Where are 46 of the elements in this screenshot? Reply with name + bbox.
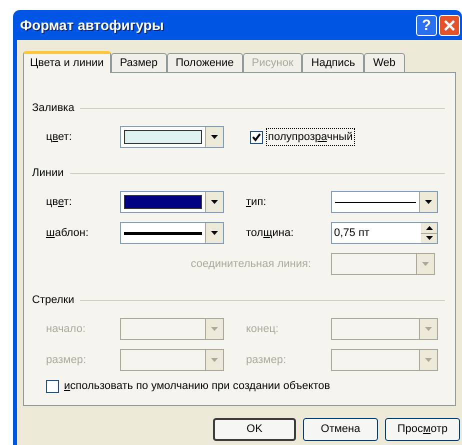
spin-field[interactable]: 0,75 пт: [331, 222, 438, 244]
dropdown-arrow-icon: [425, 358, 432, 362]
tab[interactable]: Web: [364, 53, 405, 72]
tab[interactable]: Размер: [110, 53, 167, 72]
dialog-button[interactable]: Просмотр: [385, 418, 460, 441]
field-label: начало:: [46, 322, 87, 337]
line-dropdown[interactable]: [331, 191, 438, 213]
dropdown-arrow-icon: [211, 358, 218, 362]
dropdown-arrow-icon: [211, 135, 218, 139]
close-icon: [443, 18, 456, 32]
section-title: Стрелки: [32, 292, 74, 308]
help-button[interactable]: ?: [416, 14, 437, 36]
dropdown-arrow-icon: [422, 262, 429, 266]
dropdown-arrow-icon: [425, 200, 432, 204]
checkbox[interactable]: [46, 380, 59, 393]
dropdown-arrow-icon: [211, 327, 218, 331]
field-label: соединительная линия:: [190, 256, 312, 272]
dropdown-arrow-icon: [425, 327, 432, 331]
close-button[interactable]: [439, 14, 460, 36]
field-label: размер:: [46, 352, 88, 368]
window-title: Формат автофигуры: [20, 16, 164, 35]
checkmark-icon: [252, 132, 261, 142]
tab[interactable]: Надпись: [302, 53, 364, 72]
tab[interactable]: Цвета и линии: [23, 51, 111, 73]
field-label: тип:: [245, 194, 268, 210]
tab[interactable]: Положение: [166, 53, 243, 72]
spin-up-icon[interactable]: [426, 226, 432, 230]
field-label: цвет:: [46, 130, 73, 145]
dialog-button[interactable]: OK: [213, 418, 296, 441]
color-dropdown[interactable]: [120, 191, 224, 213]
checkbox-label: полупрозрачный: [267, 128, 354, 146]
field-label: конец:: [245, 322, 280, 337]
section-title: Линии: [32, 166, 64, 181]
line-dropdown[interactable]: [120, 222, 224, 244]
field-label: цвет:: [46, 194, 73, 210]
field-label: толщина:: [245, 226, 295, 241]
field-label: размер:: [245, 352, 288, 368]
dropdown-arrow-icon: [211, 231, 218, 235]
color-dropdown[interactable]: [120, 126, 224, 148]
checkbox-label: использовать по умолчанию при создании объектов: [64, 379, 330, 394]
checkbox[interactable]: [250, 130, 263, 144]
dialog-button[interactable]: Отмена: [303, 418, 378, 441]
section-title: Заливка: [32, 100, 74, 116]
spin-down-icon[interactable]: [426, 236, 432, 240]
field-label: шаблон:: [46, 226, 90, 241]
dropdown-arrow-icon: [211, 200, 218, 204]
